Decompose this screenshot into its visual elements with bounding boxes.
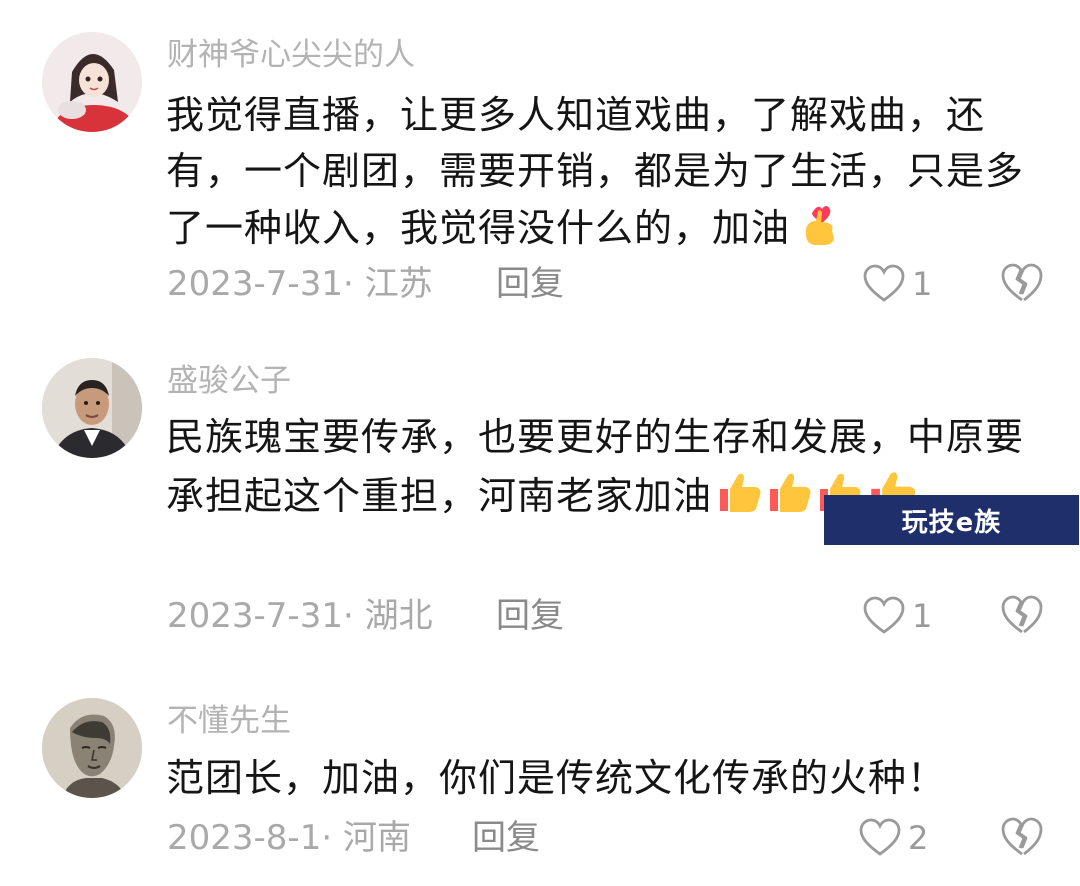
- like-button[interactable]: 2: [858, 816, 938, 860]
- username[interactable]: 不懂先生: [167, 701, 291, 741]
- comment-list: 财神爷心尖尖的人 我觉得直播，让更多人知道戏曲，了解戏曲，还有，一个剧团，需要开…: [0, 0, 1080, 886]
- comment-text: 我觉得直播，让更多人知道戏曲，了解戏曲，还有，一个剧团，需要开销，都是为了生活，…: [166, 87, 1036, 262]
- reply-button[interactable]: 回复: [496, 594, 564, 638]
- avatar[interactable]: [42, 698, 142, 798]
- like-count: 1: [912, 597, 933, 635]
- date-location: 2023-7-31· 湖北: [167, 596, 433, 636]
- anime-girl-avatar-icon: [42, 32, 142, 132]
- finger-heart-icon: [798, 199, 840, 262]
- username[interactable]: 财神爷心尖尖的人: [167, 35, 415, 75]
- thumbs-up-icon: [716, 467, 766, 530]
- man-photo-avatar-icon: [42, 358, 142, 458]
- sketch-portrait-avatar-icon: [42, 698, 142, 798]
- like-button[interactable]: 1: [862, 594, 942, 638]
- like-button[interactable]: 1: [862, 262, 942, 306]
- username[interactable]: 盛骏公子: [167, 361, 291, 401]
- thumbs-up-icon: [766, 467, 816, 530]
- heart-icon: [863, 596, 905, 634]
- avatar[interactable]: [42, 32, 142, 132]
- avatar[interactable]: [42, 358, 142, 458]
- broken-heart-icon: [1001, 817, 1043, 856]
- dislike-button[interactable]: [1000, 262, 1044, 306]
- reply-button[interactable]: 回复: [496, 262, 564, 306]
- watermark-logo: 玩技e族: [824, 495, 1079, 545]
- comment-text: 范团长，加油，你们是传统文化传承的火种！: [166, 756, 947, 800]
- broken-heart-icon: [1001, 595, 1043, 634]
- date-location: 2023-7-31· 江苏: [167, 264, 433, 304]
- like-count: 1: [912, 265, 933, 303]
- reply-button[interactable]: 回复: [472, 816, 540, 860]
- dislike-button[interactable]: [1000, 594, 1044, 638]
- heart-icon: [859, 818, 901, 856]
- heart-icon: [863, 264, 905, 302]
- broken-heart-icon: [1001, 263, 1043, 302]
- dislike-button[interactable]: [1000, 816, 1044, 860]
- like-count: 2: [908, 819, 929, 857]
- date-location: 2023-8-1· 河南: [167, 818, 411, 858]
